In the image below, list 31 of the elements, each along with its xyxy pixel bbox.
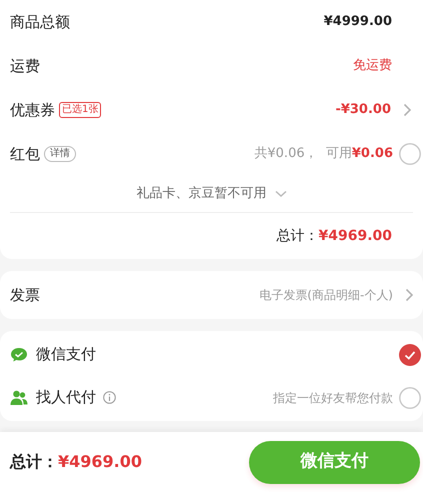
packet-note: 共¥0.06， 可用 [254,145,352,164]
invoice-value: 电子发票(商品明细-个人) [259,287,393,304]
radio-unchecked[interactable] [399,143,421,165]
payment-hint: 指定一位好友帮您付款 [273,390,393,406]
chat-bubble-icon [10,346,28,362]
chevron-right-icon [405,288,414,302]
invoice-label: 发票 [10,284,40,306]
total-value: ¥4969.00 [318,226,392,246]
row-label: 红包 [10,144,40,165]
packet-value: ¥0.06 [352,145,393,164]
chevron-down-icon[interactable] [274,190,286,198]
row-value: ¥4999.00 [324,13,392,32]
unavailable-note: 礼品卡、京豆暂不可用 [136,185,266,204]
payment-label: 找人代付 [36,387,96,408]
row-value: 免运费 [353,57,392,76]
radio-unchecked[interactable] [399,386,421,408]
info-icon[interactable] [103,391,116,404]
radio-checked[interactable] [399,344,421,366]
details-button[interactable]: 详情 [44,146,76,162]
footer-total-label: 总计： [10,451,58,473]
people-icon [10,390,28,406]
coupon-tag: 已选1张 [59,102,102,118]
total-label: 总计： [276,226,318,246]
discount-value: -¥30.00 [335,101,391,120]
footer-total-value: ¥4969.00 [58,451,142,473]
row-label: 运费 [10,56,40,77]
payment-label: 微信支付 [36,344,96,366]
row-label: 商品总额 [10,12,70,33]
row-label: 优惠券 [10,100,55,121]
chevron-right-icon [403,103,412,117]
invoice-card[interactable]: 发票 电子发票(商品明细-个人) [0,271,423,319]
